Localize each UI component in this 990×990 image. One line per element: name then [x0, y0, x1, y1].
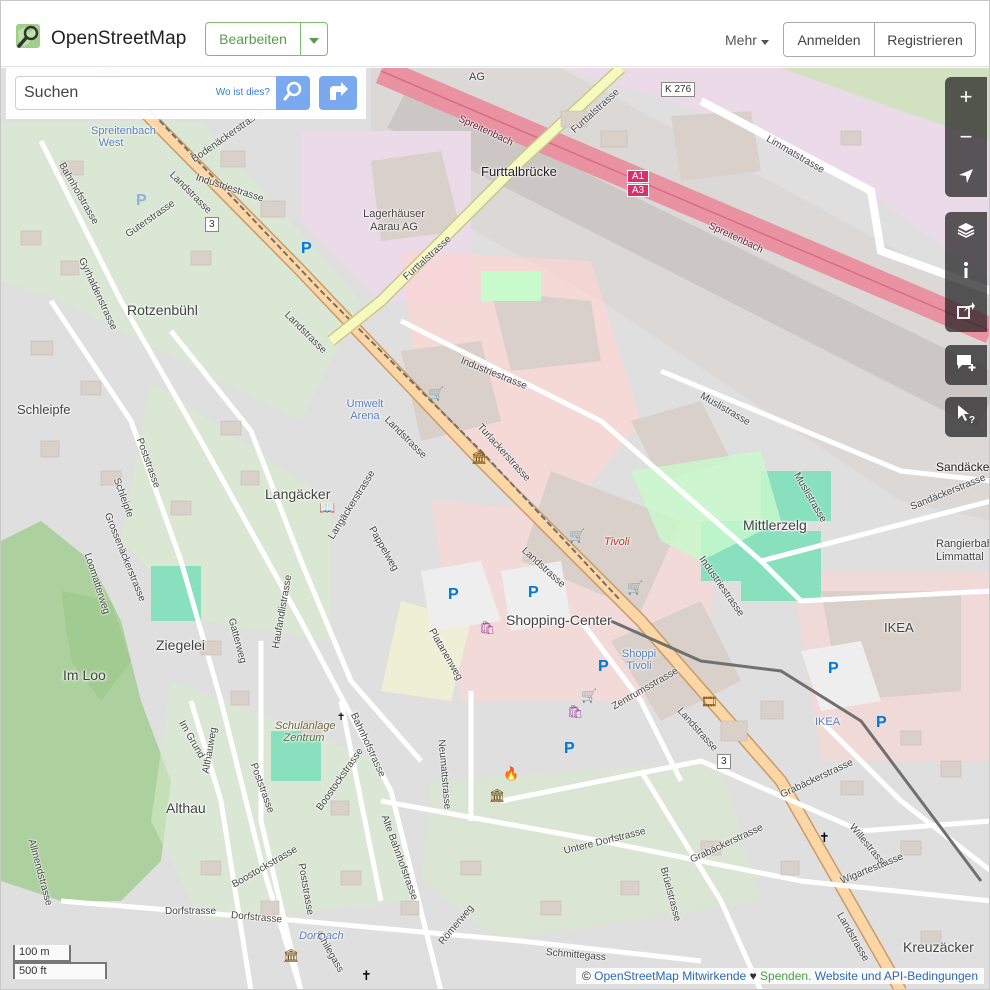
- shield-route3-a: 3: [205, 217, 219, 232]
- svg-text:?: ?: [969, 415, 975, 424]
- search-box: Wo ist dies?: [15, 76, 277, 110]
- layers-button[interactable]: [945, 212, 987, 252]
- osm-logo-icon: [15, 21, 45, 56]
- label-lagerhaeuser: Lagerhäuser Aarau AG: [363, 208, 425, 233]
- parking-icon: P: [876, 714, 887, 731]
- where-is-this-link[interactable]: Wo ist dies?: [216, 87, 270, 98]
- label-althau: Althau: [166, 800, 206, 816]
- attribution: © OpenStreetMap Mitwirkende ♥ Spenden. W…: [575, 968, 984, 984]
- heart-symbol: ♥: [749, 969, 757, 983]
- town-hall-icon: 🏛: [283, 948, 300, 963]
- zoom-in-button[interactable]: +: [945, 77, 987, 117]
- label-ziegelei: Ziegelei: [156, 637, 206, 653]
- search-icon: [282, 80, 304, 107]
- shopping-bag-icon: 🛍: [479, 620, 496, 635]
- shopping-cart-icon: 🛒: [627, 580, 644, 595]
- shield-a3: A3: [627, 184, 649, 197]
- label-spreitenbach-west: Spreitenbach West: [91, 125, 156, 149]
- donate-link[interactable]: Spenden.: [760, 969, 811, 983]
- layer-controls: [945, 212, 987, 332]
- info-icon: [962, 259, 970, 285]
- add-note-button[interactable]: [945, 345, 987, 385]
- label-rotzenbuehl: Rotzenbühl: [127, 302, 198, 318]
- town-hall-icon: 🏛: [489, 788, 506, 803]
- copyright-symbol: ©: [581, 969, 591, 983]
- add-note-icon: [956, 352, 976, 378]
- scale-imperial: 500 ft: [13, 962, 107, 979]
- map-tiles: [1, 68, 989, 989]
- street-dorfstrasse-2: Dorfstrasse: [165, 906, 217, 917]
- layers-icon: [957, 219, 975, 245]
- shield-route3-b: 3: [717, 754, 731, 769]
- label-ikea-stop: IKEA: [815, 716, 841, 728]
- search-button[interactable]: [276, 76, 310, 110]
- label-umwelt-arena: Umwelt Arena: [346, 398, 384, 422]
- label-shopping-center: Shopping-Center: [506, 612, 612, 628]
- label-schleipfe: Schleipfe: [17, 402, 71, 417]
- label-tivoli: Tivoli: [604, 536, 630, 548]
- contributors-link[interactable]: OpenStreetMap Mitwirkende: [594, 969, 746, 983]
- directions-icon: [326, 80, 350, 107]
- search-panel: Wo ist dies?: [6, 68, 366, 119]
- navigation-controls: + −: [945, 77, 987, 197]
- terms-link[interactable]: Website und API-Bedingungen: [815, 969, 978, 983]
- label-shoppi-tivoli: Shoppi Tivoli: [621, 648, 657, 672]
- more-menu[interactable]: Mehr: [725, 32, 769, 48]
- cursor-question-icon: ?: [956, 404, 976, 430]
- shopping-cart-icon: 🛒: [581, 688, 598, 703]
- parking-icon: P: [564, 740, 575, 757]
- edit-dropdown-button[interactable]: [300, 22, 328, 56]
- login-button[interactable]: Anmelden: [783, 22, 875, 57]
- share-icon: [957, 299, 975, 325]
- label-kreuzaecker: Kreuzäcker: [903, 939, 974, 955]
- brand-label: OpenStreetMap: [51, 27, 187, 49]
- location-arrow-icon: [958, 164, 974, 190]
- parking-icon: P: [136, 192, 147, 209]
- library-icon: 📖: [319, 500, 336, 515]
- cinema-icon: 🎞: [701, 694, 718, 709]
- edit-button[interactable]: Bearbeiten: [205, 22, 301, 56]
- register-button[interactable]: Registrieren: [874, 22, 976, 57]
- church-icon: ✝: [819, 830, 830, 845]
- parking-icon: P: [528, 584, 539, 601]
- parking-icon: P: [448, 586, 459, 603]
- parking-icon: P: [301, 240, 312, 257]
- museum-icon: 🏛: [471, 450, 488, 465]
- caret-down-icon: [760, 32, 769, 48]
- app-window: OpenStreetMap Bearbeiten Mehr Anmelden R…: [0, 0, 990, 990]
- share-button[interactable]: [945, 292, 987, 332]
- shopping-cart-icon: 🛒: [569, 528, 586, 543]
- zoom-out-button[interactable]: −: [945, 117, 987, 157]
- header: OpenStreetMap Bearbeiten Mehr Anmelden R…: [1, 1, 989, 67]
- directions-button[interactable]: [319, 76, 357, 110]
- label-ag: AG: [469, 71, 485, 83]
- label-ikea: IKEA: [884, 620, 914, 635]
- map-key-button[interactable]: [945, 252, 987, 292]
- label-rangierbahnhof: Rangierbahnho Limmattal: [936, 538, 989, 563]
- parking-icon: P: [828, 660, 839, 677]
- locate-button[interactable]: [945, 157, 987, 197]
- label-schulanlage: Schulanlage Zentrum: [275, 720, 336, 744]
- label-im-loo: Im Loo: [63, 667, 106, 683]
- query-controls: ?: [945, 397, 987, 437]
- shopping-bag-icon: 🛍: [567, 704, 584, 719]
- query-features-button[interactable]: ?: [945, 397, 987, 437]
- note-controls: [945, 345, 987, 385]
- brand[interactable]: OpenStreetMap: [15, 21, 186, 56]
- caret-down-icon: [309, 31, 319, 47]
- label-furttalbruecke: Furttalbrücke: [481, 164, 557, 179]
- scale-metric: 100 m: [13, 945, 71, 962]
- church-icon: ✝: [337, 712, 346, 723]
- search-input[interactable]: [16, 77, 206, 109]
- shopping-cart-icon: 🛒: [428, 386, 445, 401]
- shield-a1: A1: [627, 170, 649, 183]
- fire-station-icon: 🔥: [503, 766, 520, 781]
- parking-icon: P: [598, 658, 609, 675]
- shield-k276: K 276: [661, 82, 696, 97]
- more-label: Mehr: [725, 32, 757, 48]
- label-mittlerzelg: Mittlerzelg: [743, 517, 807, 533]
- map-canvas[interactable]: Spreitenbach West AG Furttalbrücke Lager…: [1, 68, 989, 989]
- church-icon: ✝: [361, 968, 372, 983]
